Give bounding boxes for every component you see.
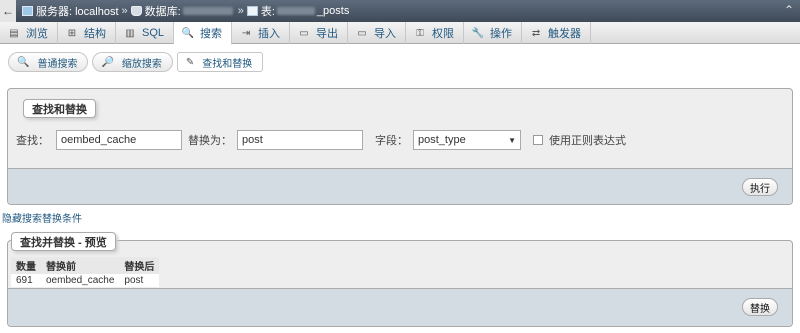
- breadcrumb-database[interactable]: 数据库:: [145, 3, 181, 19]
- column-header-before: 替换前: [41, 257, 120, 274]
- tab-label: 操作: [490, 28, 513, 40]
- field-select-value: post_type: [418, 134, 466, 146]
- export-icon: ▭: [299, 27, 309, 39]
- tab-label: 浏览: [26, 28, 48, 40]
- tab-label: 导出: [316, 28, 339, 40]
- find-replace-row: 查找： oembed_cache 替换为： post 字段： post_type…: [16, 129, 626, 151]
- subtab-find-replace[interactable]: ✎ 查找和替换: [176, 52, 264, 72]
- subtab-label: 缩放搜索: [121, 58, 162, 70]
- tab-sql[interactable]: ▥ SQL: [116, 22, 175, 44]
- table-header-row: 数量 替换前 替换后: [11, 257, 160, 274]
- tab-triggers[interactable]: ⇄ 触发器: [522, 22, 592, 44]
- tab-privileges[interactable]: ⚿ 权限: [406, 22, 465, 44]
- server-icon: [22, 6, 33, 16]
- zoom-search-icon: 🔎: [101, 56, 114, 68]
- redacted-table-prefix: [276, 7, 315, 15]
- tab-search[interactable]: 🔍 搜索: [174, 22, 233, 45]
- insert-icon: ⇥: [241, 27, 251, 39]
- breadcrumb-table[interactable]: _posts: [317, 5, 349, 17]
- column-header-count: 数量: [11, 257, 41, 274]
- subtab-label: 普通搜索: [37, 58, 78, 70]
- tab-export[interactable]: ▭ 导出: [290, 22, 349, 44]
- tab-insert[interactable]: ⇥ 插入: [232, 22, 291, 44]
- go-button[interactable]: 执行: [742, 178, 778, 196]
- preview-footer: 替换: [8, 288, 792, 326]
- structure-icon: ⊞: [67, 27, 77, 39]
- import-icon: ▭: [357, 27, 367, 39]
- tab-import[interactable]: ▭ 导入: [348, 22, 407, 44]
- tab-bar: ▤ 浏览 ⊞ 结构 ▥ SQL 🔍 搜索 ⇥ 插入 ▭ 导出 ▭ 导入 ⚿ 权限 🔧 操作 ⇄ 触发器: [0, 22, 800, 45]
- tab-browse[interactable]: ▤ 浏览: [0, 22, 58, 44]
- tab-structure[interactable]: ⊞ 结构: [58, 22, 116, 44]
- tab-label: 导入: [374, 28, 397, 40]
- regex-checkbox[interactable]: [533, 135, 543, 145]
- collapse-icon[interactable]: ⌃: [784, 3, 794, 17]
- find-input[interactable]: oembed_cache: [56, 130, 182, 150]
- sql-icon: ▥: [125, 27, 135, 39]
- find-replace-footer: 执行: [8, 168, 792, 204]
- field-label: 字段：: [375, 135, 408, 147]
- find-replace-legend: 查找和替换: [23, 99, 96, 118]
- cell-before: oembed_cache: [41, 274, 120, 287]
- tab-label: 权限: [432, 28, 455, 40]
- cell-after: post: [119, 274, 160, 287]
- replace-input[interactable]: post: [237, 130, 363, 150]
- database-icon: [130, 6, 142, 16]
- redacted-database-name: [182, 7, 233, 15]
- tab-label: 触发器: [548, 28, 582, 40]
- tab-label: 结构: [84, 28, 106, 40]
- operations-icon: 🔧: [471, 27, 485, 39]
- preview-legend: 查找并替换 - 预览: [11, 232, 116, 251]
- subtab-search[interactable]: 🔍 普通搜索: [8, 52, 89, 72]
- table-row: 691 oembed_cache post: [11, 274, 160, 287]
- subtab-label: 查找和替换: [202, 58, 253, 70]
- tab-label: 插入: [258, 28, 281, 40]
- search-mode-tabs: 🔍 普通搜索 🔎 缩放搜索 ✎ 查找和替换: [8, 52, 264, 72]
- breadcrumb-server[interactable]: 服务器: localhost: [36, 3, 119, 19]
- preview-fieldset: 查找并替换 - 预览 数量 替换前 替换后 691 oembed_cache p…: [7, 232, 793, 327]
- regex-label[interactable]: 使用正则表达式: [549, 132, 626, 148]
- search-icon: 🔍: [17, 56, 30, 68]
- find-replace-fieldset: 查找和替换 查找： oembed_cache 替换为： post 字段： pos…: [7, 88, 793, 205]
- triggers-icon: ⇄: [531, 27, 541, 39]
- find-label: 查找：: [16, 135, 49, 147]
- dropdown-arrow-icon: ▼: [508, 135, 516, 145]
- field-select[interactable]: post_type ▼: [413, 130, 521, 150]
- breadcrumb-separator: »: [121, 5, 128, 17]
- breadcrumb-separator: »: [237, 5, 244, 17]
- tab-label: 搜索: [200, 28, 223, 40]
- breadcrumb: ← 服务器: localhost » 数据库: » 表: _posts ⌃: [0, 0, 800, 22]
- hide-criteria-link[interactable]: 隐藏搜索替换条件: [2, 210, 82, 225]
- browse-icon: ▤: [9, 27, 19, 39]
- subtab-zoom-search[interactable]: 🔎 缩放搜索: [92, 52, 173, 72]
- column-header-after: 替换后: [119, 257, 160, 274]
- back-arrow-icon[interactable]: ←: [0, 0, 16, 22]
- table-icon: [246, 6, 258, 16]
- privileges-icon: ⚿: [416, 27, 424, 39]
- cell-count: 691: [11, 274, 41, 287]
- tab-label: SQL: [142, 27, 165, 39]
- replace-label: 替换为：: [188, 135, 232, 147]
- find-replace-icon: ✎: [185, 56, 195, 68]
- replace-button[interactable]: 替换: [742, 298, 778, 316]
- preview-table: 数量 替换前 替换后 691 oembed_cache post: [11, 257, 160, 287]
- tab-operations[interactable]: 🔧 操作: [464, 22, 523, 44]
- search-icon: 🔍: [181, 27, 195, 39]
- breadcrumb-table-prefix[interactable]: 表:: [261, 3, 275, 19]
